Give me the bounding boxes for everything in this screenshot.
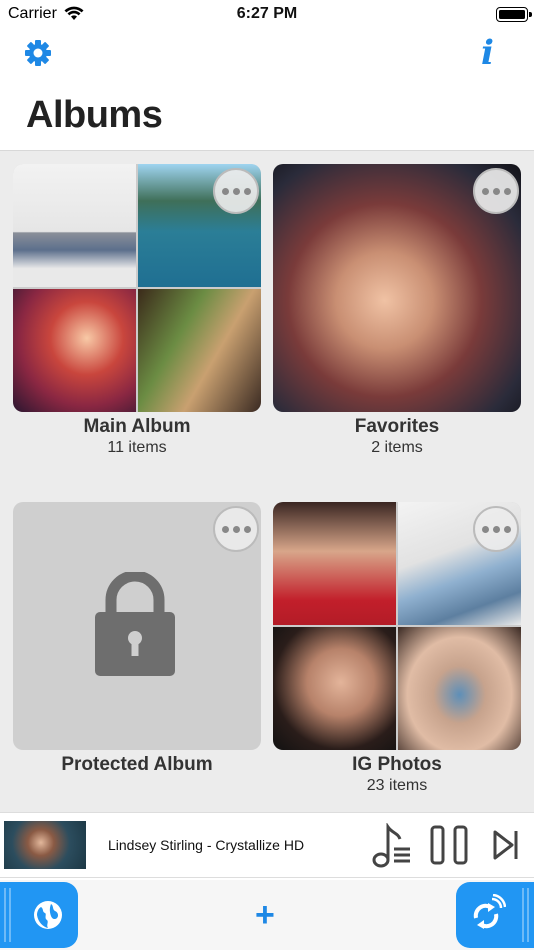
lock-icon [95,572,175,676]
track-title: Lindsey Stirling - Crystallize HD [108,837,305,853]
info-icon[interactable]: i [481,36,494,70]
photo-thumbnail [398,627,521,750]
album-count: 11 items [107,439,167,456]
album-main[interactable]: Main Album 11 items [13,164,261,464]
more-options-icon[interactable] [473,506,519,552]
more-options-icon[interactable] [213,168,259,214]
gear-icon[interactable] [24,39,52,67]
photo-thumbnail [13,289,136,412]
globe-icon [34,901,62,929]
album-count: 2 items [371,439,423,456]
mini-player[interactable]: Lindsey Stirling - Crystallize HD [0,812,534,878]
photo-thumbnail [138,289,261,412]
battery-icon [496,7,532,22]
bottom-toolbar: + [0,880,534,950]
album-name: IG Photos [352,754,442,775]
photo-thumbnail [13,164,136,287]
wifi-sync-icon [473,894,506,929]
album-name: Main Album [83,416,191,437]
album-favorites[interactable]: Favorites 2 items [273,164,521,464]
album-name: Protected Album [61,754,213,775]
album-ig-photos[interactable]: IG Photos 23 items [273,502,521,802]
more-options-icon[interactable] [473,168,519,214]
pause-icon[interactable] [430,825,468,865]
page-title: Albums [26,94,163,136]
music-list-icon[interactable] [372,823,412,869]
browser-button[interactable] [0,882,78,948]
status-bar: Carrier 6:27 PM [0,0,534,30]
photo-thumbnail [273,627,396,750]
plus-icon[interactable]: + [255,898,275,932]
album-name: Favorites [354,416,440,437]
wifi-sync-button[interactable] [456,882,534,948]
more-options-icon[interactable] [213,506,259,552]
skip-next-icon[interactable] [492,829,520,861]
album-count: 23 items [366,777,428,794]
album-art[interactable] [4,821,86,869]
album-protected[interactable]: Protected Album [13,502,261,782]
clock: 6:27 PM [236,5,298,22]
photo-thumbnail [273,502,396,625]
album-grid[interactable]: Main Album 11 items Favorites 2 items Pr… [0,150,534,814]
